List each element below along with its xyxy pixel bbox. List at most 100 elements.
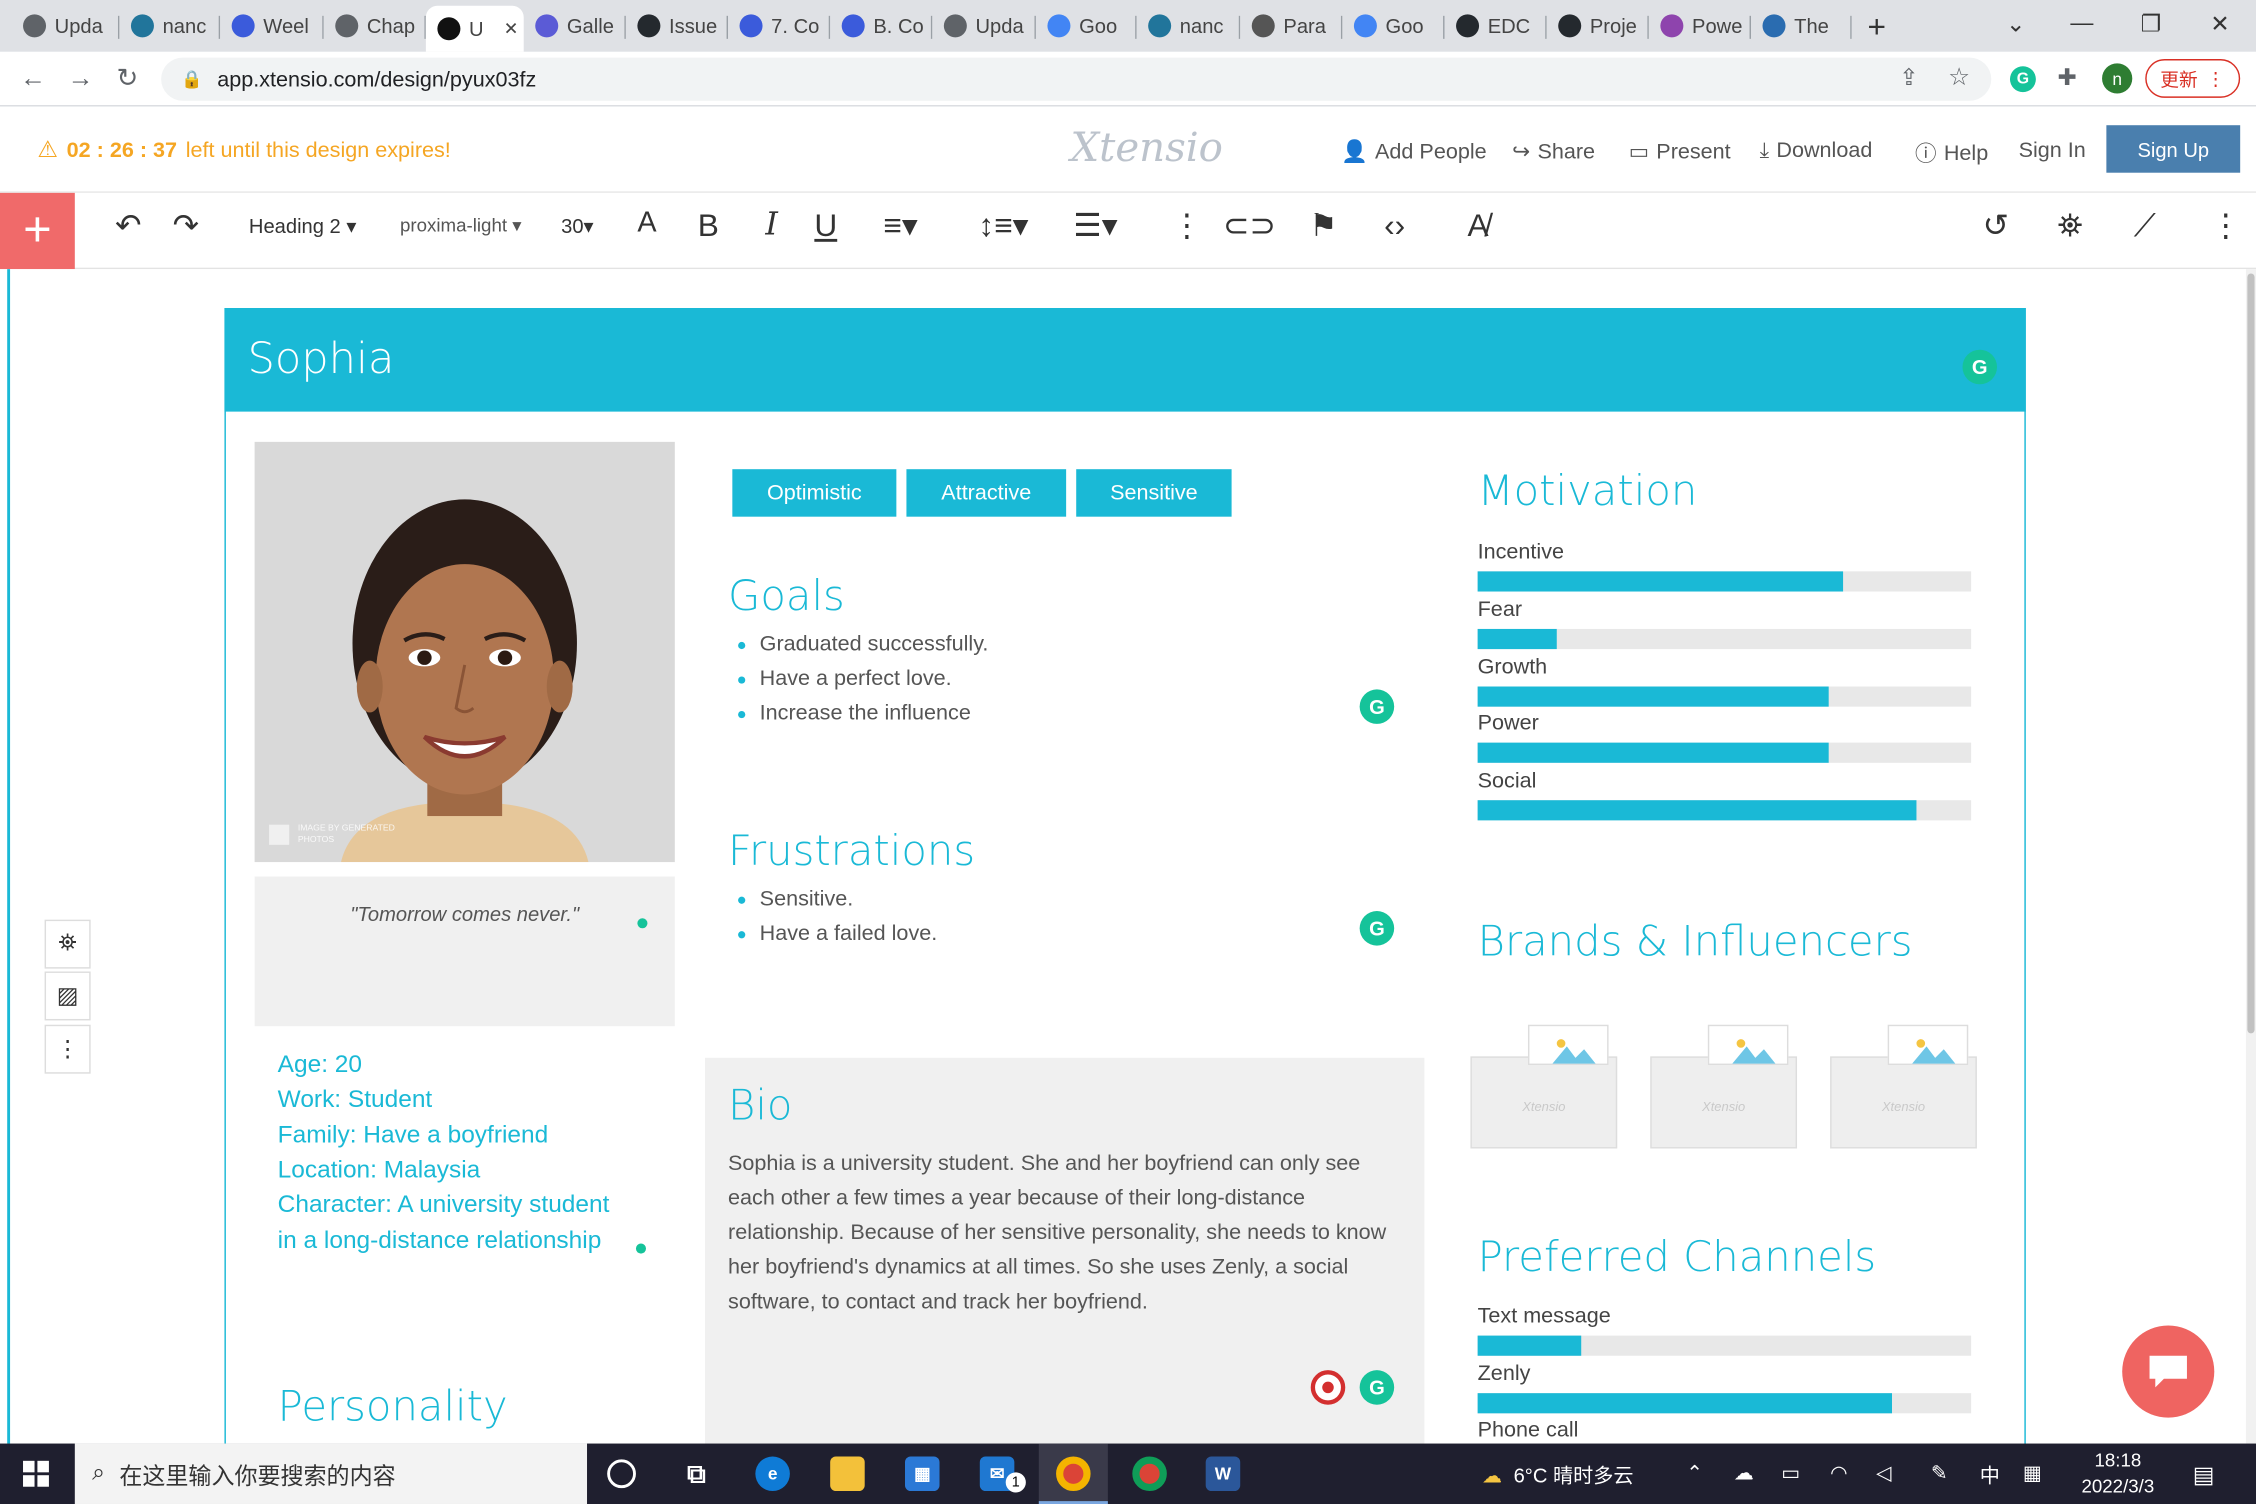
channel-bar-label[interactable]: Text message bbox=[1478, 1304, 1611, 1328]
bio-box[interactable]: Bio Sophia is a university student. She … bbox=[705, 1057, 1425, 1461]
browser-tab[interactable]: Upda bbox=[932, 6, 1036, 46]
close-tab-icon[interactable]: ✕ bbox=[504, 19, 518, 39]
back-icon[interactable]: ← bbox=[20, 63, 46, 93]
goals-list[interactable]: Graduated successfully. Have a perfect l… bbox=[728, 628, 988, 732]
link-icon[interactable]: ⊂⊃ bbox=[1223, 207, 1276, 244]
grammarly-extension-icon[interactable]: G bbox=[2009, 66, 2036, 93]
more-options-icon[interactable]: ⋮ bbox=[1171, 207, 1203, 244]
grammarly-icon[interactable]: G bbox=[1359, 1370, 1395, 1405]
motivation-bar-label[interactable]: Incentive bbox=[1478, 540, 1564, 564]
clock[interactable]: 18:18 2022/3/3 bbox=[2066, 1448, 2170, 1500]
weather-widget[interactable]: ☁ 6°C 晴时多云 bbox=[1482, 1461, 1634, 1490]
restore-button[interactable]: ❐ bbox=[2118, 0, 2184, 49]
ime-grid-icon[interactable]: ▦ bbox=[2023, 1461, 2042, 1485]
sign-in-link[interactable]: Sign In bbox=[2019, 138, 2086, 162]
store-icon[interactable]: ▦ bbox=[904, 1456, 940, 1492]
grammarly-icon[interactable]: G bbox=[1962, 349, 1998, 385]
info-line[interactable]: Age: 20 bbox=[278, 1048, 362, 1083]
xtensio-logo[interactable]: Xtensio bbox=[1070, 124, 1222, 171]
browser-tab[interactable]: Galle bbox=[524, 6, 626, 46]
browser-tab[interactable]: Goo bbox=[1342, 6, 1445, 46]
channel-bar-track[interactable] bbox=[1477, 1335, 1972, 1356]
flag-icon[interactable]: ⚑ bbox=[1309, 207, 1337, 244]
extensions-puzzle-icon[interactable]: ✚ bbox=[2057, 63, 2076, 92]
tag-sensitive[interactable]: Sensitive bbox=[1076, 469, 1232, 517]
browser-tab[interactable]: Goo bbox=[1036, 6, 1137, 46]
browser-update-button[interactable]: 更新 ⋮ bbox=[2145, 59, 2241, 98]
frustrations-title[interactable]: Frustrations bbox=[728, 826, 975, 875]
close-window-button[interactable]: ✕ bbox=[2187, 0, 2253, 49]
browser-tab[interactable]: B. Co bbox=[830, 6, 933, 46]
line-height-icon[interactable]: ↕≡▾ bbox=[978, 207, 1028, 244]
browser-tab[interactable]: nanc bbox=[119, 6, 221, 46]
more-vert-icon[interactable]: ⋮ bbox=[44, 1024, 91, 1074]
reload-icon[interactable]: ↻ bbox=[117, 63, 139, 93]
browser-tab[interactable]: Issue bbox=[626, 6, 729, 46]
font-family-select[interactable]: proxima-light ▾ bbox=[400, 214, 522, 237]
motivation-bar-track[interactable] bbox=[1477, 685, 1972, 707]
forward-icon[interactable]: → bbox=[68, 63, 94, 93]
onedrive-icon[interactable]: ☁ bbox=[1734, 1461, 1754, 1485]
tab-search-icon[interactable]: ⌄ bbox=[1983, 0, 2049, 49]
bio-title[interactable]: Bio bbox=[728, 1081, 792, 1130]
browser-tab[interactable]: EDC bbox=[1445, 6, 1547, 46]
redo-icon[interactable]: ↷ bbox=[173, 207, 200, 244]
file-explorer-icon[interactable] bbox=[830, 1456, 865, 1492]
underline-icon[interactable]: U bbox=[814, 207, 837, 244]
browser-tab[interactable]: Para bbox=[1240, 6, 1343, 46]
battery-icon[interactable]: ▭ bbox=[1781, 1461, 1800, 1485]
sign-up-button[interactable]: Sign Up bbox=[2106, 125, 2241, 173]
brands-title[interactable]: Brands & Influencers bbox=[1478, 917, 1913, 966]
motivation-bar-track[interactable] bbox=[1477, 571, 1972, 592]
motivation-bar-track[interactable] bbox=[1477, 628, 1972, 649]
text-color-icon[interactable]: A bbox=[637, 207, 656, 240]
pattern-icon[interactable]: ▨ bbox=[44, 971, 91, 1021]
download-link[interactable]: ⤓ Download bbox=[1760, 138, 1873, 162]
info-line[interactable]: Character: A university student bbox=[278, 1188, 610, 1223]
taskbar-search-input[interactable]: ⌕ 在这里输入你要搜索的内容 bbox=[74, 1443, 588, 1504]
minimize-button[interactable]: — bbox=[2049, 0, 2115, 49]
tag-optimistic[interactable]: Optimistic bbox=[732, 469, 897, 517]
profile-avatar[interactable]: n bbox=[2102, 63, 2133, 94]
chat-support-button[interactable] bbox=[2122, 1325, 2215, 1418]
edge-icon[interactable]: e bbox=[755, 1456, 790, 1492]
ime-indicator[interactable]: 中 bbox=[1980, 1461, 2000, 1490]
browser-tab[interactable]: U ✕ bbox=[425, 5, 524, 52]
analytics-chart-icon[interactable]: ⟋ bbox=[2134, 207, 2156, 244]
target-icon[interactable] bbox=[1310, 1370, 1346, 1405]
persona-photo[interactable]: IMAGE BY GENERATED PHOTOS bbox=[254, 441, 675, 863]
motivation-bar-track[interactable] bbox=[1477, 743, 1972, 764]
code-icon[interactable]: ‹› bbox=[1384, 207, 1405, 244]
paint-bucket-icon[interactable]: ⛯ bbox=[44, 919, 91, 969]
channel-bar-label[interactable]: Phone call bbox=[1478, 1418, 1579, 1442]
bookmark-star-icon[interactable]: ☆ bbox=[1948, 63, 1970, 92]
frustrations-list[interactable]: Sensitive. Have a failed love. bbox=[728, 882, 937, 951]
persona-quote[interactable]: "Tomorrow comes never." bbox=[255, 902, 675, 925]
browser-tab[interactable]: Powe bbox=[1649, 6, 1751, 46]
windows-start-icon[interactable] bbox=[23, 1460, 49, 1487]
italic-icon[interactable]: I bbox=[765, 207, 778, 243]
chevron-up-icon[interactable]: ⌃ bbox=[1686, 1461, 1703, 1485]
tag-attractive[interactable]: Attractive bbox=[906, 469, 1067, 517]
present-link[interactable]: ▭ Present bbox=[1629, 138, 1731, 164]
wifi-icon[interactable]: ◠ bbox=[1830, 1461, 1848, 1485]
browser-tab[interactable]: Weel bbox=[220, 6, 324, 46]
history-icon[interactable]: ↺ bbox=[1983, 207, 2010, 244]
word-icon[interactable]: W bbox=[1205, 1456, 1241, 1492]
volume-icon[interactable]: ◁ bbox=[1876, 1461, 1892, 1485]
scrollbar-thumb[interactable] bbox=[2247, 273, 2255, 1034]
cortana-icon[interactable] bbox=[607, 1459, 636, 1489]
bio-text[interactable]: Sophia is a university student. She and … bbox=[728, 1147, 1407, 1320]
browser-tab[interactable]: nanc bbox=[1137, 6, 1241, 46]
motivation-bar-label[interactable]: Growth bbox=[1478, 654, 1548, 678]
add-people-link[interactable]: 👤 Add People bbox=[1341, 138, 1487, 164]
font-size-select[interactable]: 30▾ bbox=[561, 214, 594, 238]
brand-placeholder[interactable]: Xtensio bbox=[1830, 1024, 1977, 1149]
url-field[interactable]: 🔒 app.xtensio.com/design/pyux03fz bbox=[161, 57, 1992, 101]
motivation-bar-label[interactable]: Social bbox=[1478, 769, 1537, 793]
info-line[interactable]: Work: Student bbox=[278, 1083, 433, 1118]
grammarly-icon[interactable]: G bbox=[1359, 689, 1395, 724]
list-icon[interactable]: ☰▾ bbox=[1073, 207, 1117, 244]
browser-tab[interactable]: Chap bbox=[324, 6, 426, 46]
undo-icon[interactable]: ↶ bbox=[115, 207, 142, 244]
